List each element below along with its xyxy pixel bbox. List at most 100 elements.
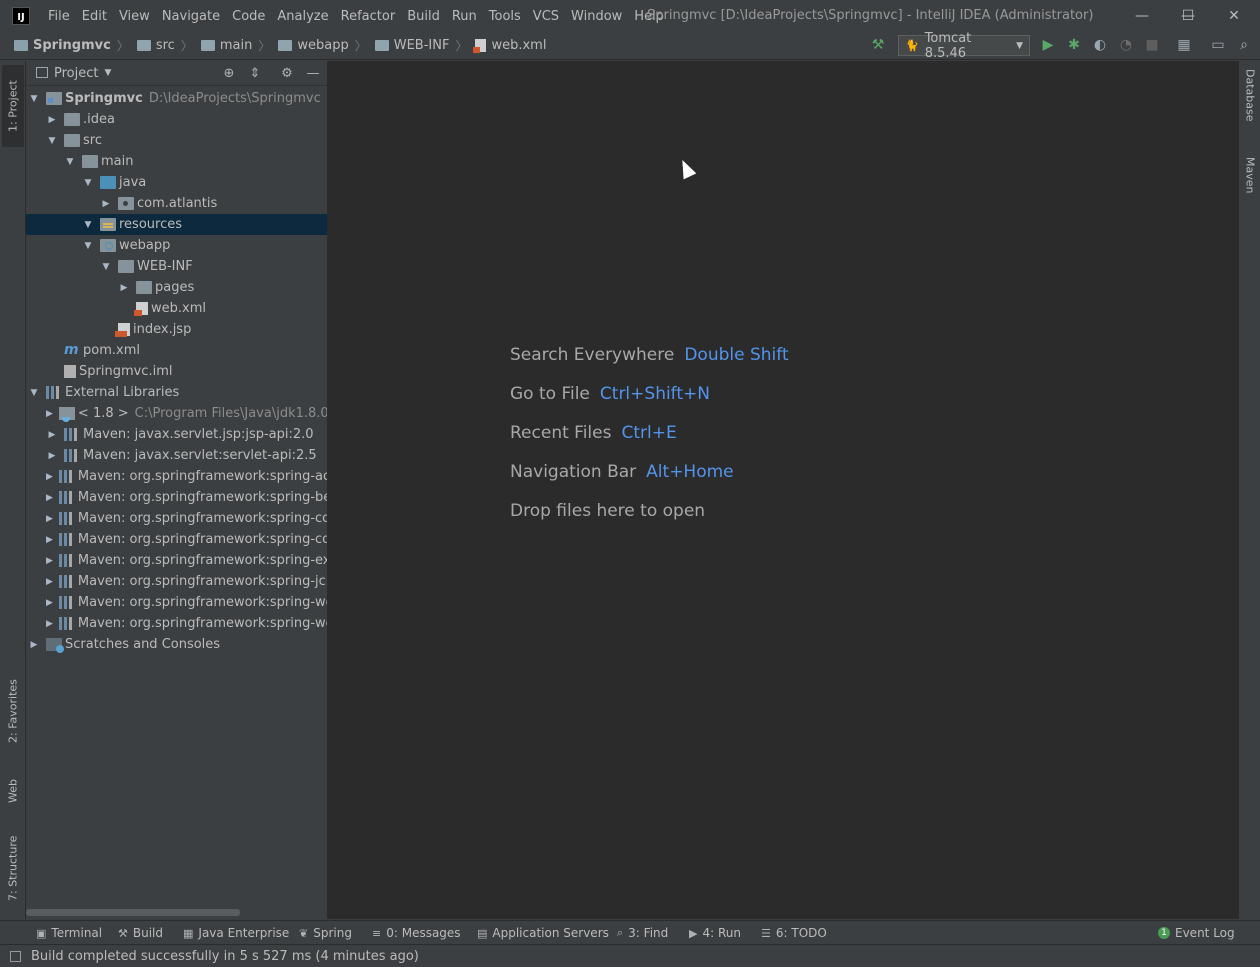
maximize-window-button[interactable]: ☐ (1165, 0, 1211, 32)
menu-file[interactable]: File (42, 9, 76, 24)
tree-item-java[interactable]: ▼ java (26, 172, 327, 193)
tool-tab-build[interactable]: ⚒ Build (118, 926, 163, 940)
build-hammer-icon[interactable]: ⚒ (868, 36, 888, 54)
expanded-arrow-icon[interactable]: ▼ (64, 157, 76, 167)
menu-vcs[interactable]: VCS (527, 9, 565, 24)
tree-item-jdk[interactable]: ▶ < 1.8 > C:\Program Files\Java\jdk1.8.0… (26, 403, 327, 424)
tree-item-com-atlantis[interactable]: ▶ com.atlantis (26, 193, 327, 214)
expanded-arrow-icon[interactable]: ▼ (46, 136, 58, 146)
tool-tab-application-servers[interactable]: ▤ Application Servers (477, 926, 609, 940)
tool-tab-messages[interactable]: ≡ 0: Messages (372, 926, 461, 940)
menu-refactor[interactable]: Refactor (335, 9, 402, 24)
breadcrumb-web-inf[interactable]: WEB-INF 〉 (374, 37, 472, 54)
tool-tab-event-log[interactable]: 1 Event Log (1158, 926, 1235, 940)
expanded-arrow-icon[interactable]: ▼ (82, 178, 94, 188)
tool-tab-find[interactable]: ⌕ 3: Find (617, 926, 668, 940)
toggle-tool-windows-icon[interactable] (10, 950, 21, 962)
expanded-arrow-icon[interactable]: ▼ (28, 94, 40, 104)
collapsed-arrow-icon[interactable]: ▶ (46, 598, 53, 608)
debug-icon[interactable]: ✱ (1064, 36, 1084, 54)
collapsed-arrow-icon[interactable]: ▶ (46, 514, 53, 524)
chevron-down-icon[interactable]: ▼ (104, 68, 111, 78)
tree-item-idea[interactable]: ▶ .idea (26, 109, 327, 130)
collapsed-arrow-icon[interactable]: ▶ (46, 493, 53, 503)
hide-panel-icon[interactable]: — (304, 64, 322, 82)
tree-item-library[interactable]: ▶ Maven: javax.servlet.jsp:jsp-api:2.0 (26, 424, 327, 445)
tool-tab-maven[interactable]: Maven (1239, 157, 1260, 217)
tool-tab-web[interactable]: Web (2, 767, 24, 815)
tree-item-library[interactable]: ▶ Maven: org.springframework:spring-cont… (26, 508, 327, 529)
tree-item-springmvc-iml[interactable]: Springmvc.iml (26, 361, 327, 382)
breadcrumb-main[interactable]: main 〉 (200, 37, 275, 54)
run-configuration-select[interactable]: 🐈 Tomcat 8.5.46 ▼ (898, 31, 1030, 61)
layout-icon[interactable]: ▭ (1208, 36, 1228, 54)
collapsed-arrow-icon[interactable]: ▶ (46, 472, 53, 482)
tree-item-web-xml[interactable]: web.xml (26, 298, 327, 319)
expanded-arrow-icon[interactable]: ▼ (82, 220, 94, 230)
menu-view[interactable]: View (113, 9, 156, 24)
collapsed-arrow-icon[interactable]: ▶ (46, 619, 53, 629)
breadcrumb-web-xml[interactable]: web.xml (473, 38, 546, 53)
tree-item-library[interactable]: ▶ Maven: org.springframework:spring-aop:… (26, 466, 327, 487)
editor-empty-area[interactable]: Search Everywhere Double Shift Go to File… (328, 61, 1238, 919)
collapsed-arrow-icon[interactable]: ▶ (46, 556, 53, 566)
collapsed-arrow-icon[interactable]: ▶ (46, 535, 53, 545)
expanded-arrow-icon[interactable]: ▼ (82, 241, 94, 251)
breadcrumb-webapp[interactable]: webapp 〉 (278, 37, 370, 54)
tree-item-pom-xml[interactable]: m pom.xml (26, 340, 327, 361)
horizontal-scrollbar[interactable] (26, 909, 240, 916)
tool-tab-todo[interactable]: ☰ 6: TODO (761, 926, 827, 940)
tree-item-library[interactable]: ▶ Maven: org.springframework:spring-webr (26, 613, 327, 634)
menu-tools[interactable]: Tools (483, 9, 527, 24)
stop-icon[interactable]: ■ (1142, 36, 1162, 54)
menu-code[interactable]: Code (226, 9, 271, 24)
tool-tab-structure[interactable]: 7: Structure (2, 827, 24, 909)
tree-item-web-inf[interactable]: ▼ WEB-INF (26, 256, 327, 277)
tree-item-springmvc[interactable]: ▼ Springmvc D:\IdeaProjects\Springmvc (26, 88, 327, 109)
menu-analyze[interactable]: Analyze (271, 9, 334, 24)
locate-file-icon[interactable]: ⊕ (220, 64, 238, 82)
tree-item-scratches[interactable]: ▶ Scratches and Consoles (26, 634, 327, 655)
tool-tab-database[interactable]: Database (1239, 69, 1260, 149)
tree-item-library[interactable]: ▶ Maven: org.springframework:spring-core… (26, 529, 327, 550)
collapse-all-icon[interactable]: ⇕ (246, 64, 264, 82)
tool-tab-run[interactable]: ▶ 4: Run (689, 926, 741, 940)
collapsed-arrow-icon[interactable]: ▶ (46, 451, 58, 461)
close-window-button[interactable]: ✕ (1211, 0, 1257, 32)
project-structure-icon[interactable]: ▦ (1174, 36, 1194, 54)
tree-item-pages[interactable]: ▶ pages (26, 277, 327, 298)
tree-item-library[interactable]: ▶ Maven: org.springframework:spring-web:… (26, 592, 327, 613)
tree-item-external-libraries[interactable]: ▼ External Libraries (26, 382, 327, 403)
expanded-arrow-icon[interactable]: ▼ (100, 262, 112, 272)
tree-item-webapp[interactable]: ▼ webapp (26, 235, 327, 256)
tool-tab-spring[interactable]: ❦ Spring (299, 926, 352, 940)
tree-item-index-jsp[interactable]: index.jsp (26, 319, 327, 340)
tool-tab-favorites[interactable]: 2: Favorites (2, 669, 24, 753)
tree-item-library[interactable]: ▶ Maven: org.springframework:spring-expr… (26, 550, 327, 571)
tool-tab-project[interactable]: 1: Project (2, 65, 24, 147)
breadcrumb-src[interactable]: src 〉 (136, 37, 197, 54)
tree-item-library[interactable]: ▶ Maven: org.springframework:spring-bean (26, 487, 327, 508)
gear-icon[interactable]: ⚙ (278, 64, 296, 82)
menu-build[interactable]: Build (401, 9, 446, 24)
collapsed-arrow-icon[interactable]: ▶ (28, 640, 40, 650)
collapsed-arrow-icon[interactable]: ▶ (46, 577, 53, 587)
menu-window[interactable]: Window (565, 9, 628, 24)
coverage-icon[interactable]: ◐ (1090, 36, 1110, 54)
menu-navigate[interactable]: Navigate (156, 9, 226, 24)
breadcrumb-project[interactable]: Springmvc 〉 (14, 37, 133, 54)
tool-tab-terminal[interactable]: ▣ Terminal (36, 926, 102, 940)
collapsed-arrow-icon[interactable]: ▶ (46, 115, 58, 125)
tree-item-src[interactable]: ▼ src (26, 130, 327, 151)
collapsed-arrow-icon[interactable]: ▶ (46, 409, 53, 419)
tree-item-library[interactable]: ▶ Maven: org.springframework:spring-jcl:… (26, 571, 327, 592)
tool-tab-java-enterprise[interactable]: ▦ Java Enterprise (183, 926, 289, 940)
project-panel-title[interactable]: Project (54, 66, 98, 81)
tree-item-main[interactable]: ▼ main (26, 151, 327, 172)
menu-edit[interactable]: Edit (76, 9, 113, 24)
run-icon[interactable]: ▶ (1038, 36, 1058, 54)
collapsed-arrow-icon[interactable]: ▶ (100, 199, 112, 209)
profile-icon[interactable]: ◔ (1116, 36, 1136, 54)
tree-item-library[interactable]: ▶ Maven: javax.servlet:servlet-api:2.5 (26, 445, 327, 466)
collapsed-arrow-icon[interactable]: ▶ (46, 430, 58, 440)
